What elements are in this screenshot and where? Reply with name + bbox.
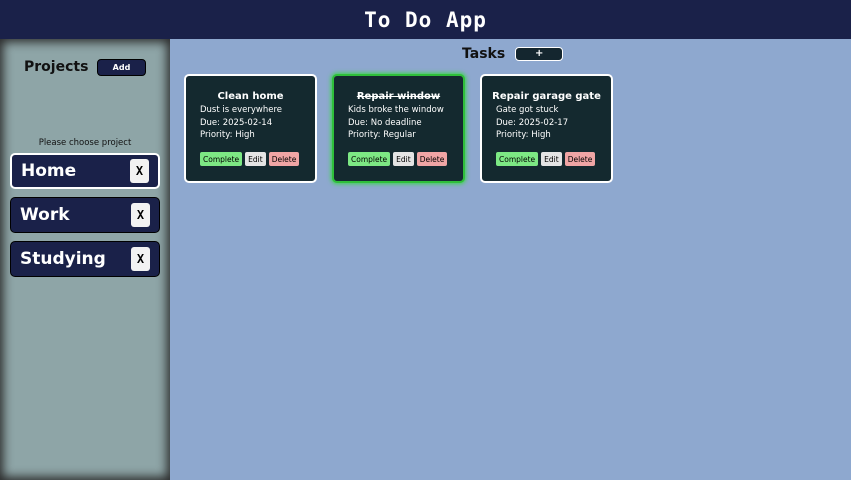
task-actions: Complete Edit Delete xyxy=(348,152,448,166)
task-priority: Priority: High xyxy=(496,130,551,140)
app-title: To Do App xyxy=(364,7,487,32)
project-item-studying[interactable]: Studying X xyxy=(10,241,160,277)
edit-button[interactable]: Edit xyxy=(393,152,414,166)
tasks-main: Tasks + Clean home Dust is everywhere Du… xyxy=(170,39,851,480)
delete-project-button[interactable]: X xyxy=(131,203,150,227)
project-item-home[interactable]: Home X xyxy=(10,153,160,189)
project-label: Home xyxy=(21,161,77,181)
add-task-button[interactable]: + xyxy=(515,47,564,61)
projects-sidebar: Projects Add Please choose project Home … xyxy=(0,39,170,480)
task-description: Kids broke the window xyxy=(348,105,444,115)
edit-button[interactable]: Edit xyxy=(541,152,562,166)
task-due: Due: 2025-02-17 xyxy=(496,117,569,128)
task-priority: Priority: High xyxy=(200,130,255,140)
task-due: Due: No deadline xyxy=(348,117,422,128)
task-title: Repair window xyxy=(356,91,441,102)
task-description: Dust is everywhere xyxy=(200,105,283,115)
tasks-title: Tasks xyxy=(462,46,506,62)
sidebar-header: Projects Add xyxy=(24,59,154,76)
tasks-header: Tasks + xyxy=(462,46,564,62)
complete-button[interactable]: Complete xyxy=(200,152,243,166)
project-list: Home X Work X Studying X xyxy=(10,153,160,285)
delete-project-button[interactable]: X xyxy=(130,159,149,183)
project-label: Studying xyxy=(20,249,106,269)
task-actions: Complete Edit Delete xyxy=(200,152,300,166)
delete-button[interactable]: Delete xyxy=(564,152,596,166)
task-card: Clean home Dust is everywhere Due: 2025-… xyxy=(184,74,317,183)
projects-title: Projects xyxy=(24,59,89,75)
task-priority: Priority: Regular xyxy=(348,130,416,140)
task-due: Due: 2025-02-14 xyxy=(200,117,273,128)
task-title: Repair garage gate xyxy=(492,91,601,102)
delete-project-button[interactable]: X xyxy=(131,247,150,271)
task-card: Repair window Kids broke the window Due:… xyxy=(332,74,465,183)
project-label: Work xyxy=(20,205,70,225)
delete-button[interactable]: Delete xyxy=(416,152,448,166)
delete-button[interactable]: Delete xyxy=(268,152,300,166)
complete-button[interactable]: Complete xyxy=(496,152,539,166)
app-layout: Projects Add Please choose project Home … xyxy=(0,39,851,480)
app-header: To Do App xyxy=(0,0,851,39)
project-hint: Please choose project xyxy=(38,138,132,148)
task-description: Gate got stuck xyxy=(496,105,559,115)
add-project-button[interactable]: Add xyxy=(97,59,146,76)
task-title: Clean home xyxy=(217,91,284,102)
edit-button[interactable]: Edit xyxy=(245,152,266,166)
project-item-work[interactable]: Work X xyxy=(10,197,160,233)
complete-button[interactable]: Complete xyxy=(348,152,391,166)
task-card: Repair garage gate Gate got stuck Due: 2… xyxy=(480,74,613,183)
task-actions: Complete Edit Delete xyxy=(496,152,596,166)
